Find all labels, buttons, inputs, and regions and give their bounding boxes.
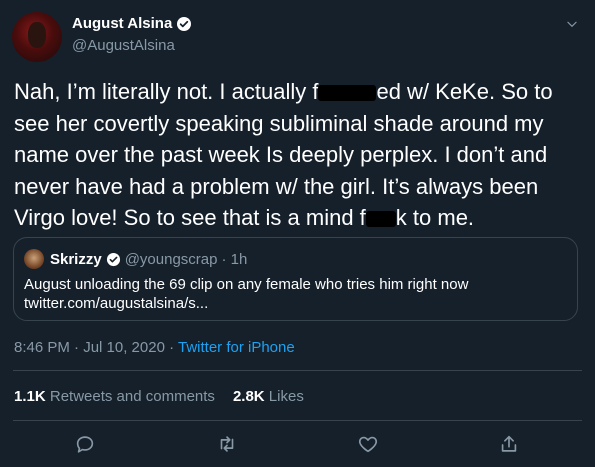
share-icon[interactable] — [498, 433, 520, 455]
like-icon[interactable] — [357, 433, 379, 455]
quoted-tweet[interactable]: Skrizzy @youngscrap · 1h August unloadin… — [13, 237, 578, 321]
tweet-meta: 8:46 PM · Jul 10, 2020 · Twitter for iPh… — [14, 339, 295, 356]
likes-stat[interactable]: 2.8K Likes — [233, 388, 304, 405]
divider — [13, 370, 582, 371]
redaction-mark — [318, 85, 377, 101]
action-bar — [0, 433, 595, 459]
tweet-timestamp[interactable]: 8:46 PM · Jul 10, 2020 · — [14, 339, 178, 356]
author-avatar[interactable] — [12, 12, 62, 62]
quoted-handle: @youngscrap — [124, 250, 218, 268]
retweets-stat[interactable]: 1.1K Retweets and comments — [14, 388, 215, 405]
quoted-name: Skrizzy — [50, 250, 102, 268]
verified-badge-icon — [106, 252, 120, 266]
tweet-source[interactable]: Twitter for iPhone — [178, 339, 295, 356]
quoted-time: · 1h — [221, 250, 248, 268]
chevron-down-icon[interactable] — [565, 17, 579, 31]
retweet-icon[interactable] — [216, 433, 238, 455]
author-name[interactable]: August Alsina — [72, 15, 172, 32]
tweet-text: Nah, I’m literally not. I actually f ed w… — [14, 79, 553, 230]
author-handle[interactable]: @AugustAlsina — [72, 37, 175, 54]
reply-icon[interactable] — [74, 433, 96, 455]
engagement-stats: 1.1K Retweets and comments 2.8K Likes — [14, 388, 304, 405]
divider — [13, 420, 582, 421]
quoted-link[interactable]: twitter.com/augustalsina/s... — [24, 295, 208, 312]
verified-badge-icon — [177, 16, 192, 31]
quoted-text: August unloading the 69 clip on any fema… — [24, 276, 469, 312]
redaction-mark — [365, 211, 396, 227]
quoted-avatar — [24, 249, 44, 269]
